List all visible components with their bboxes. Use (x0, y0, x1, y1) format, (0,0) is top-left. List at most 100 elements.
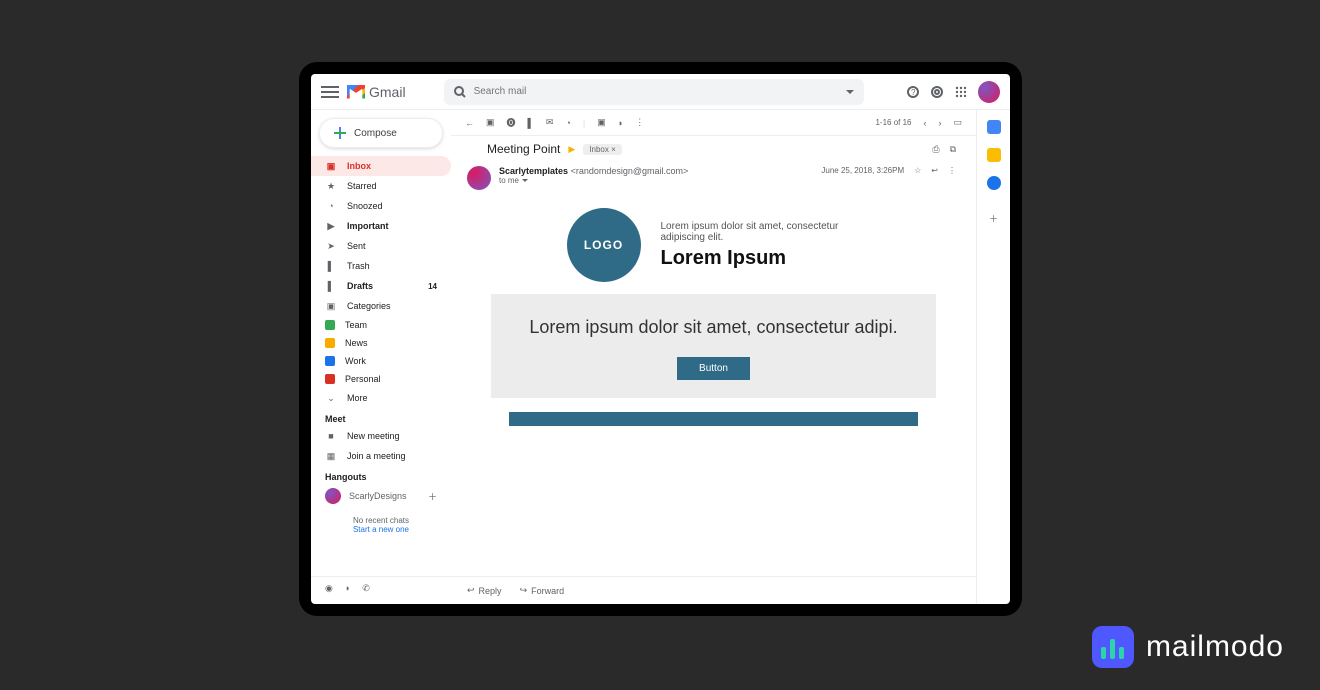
meet-join[interactable]: ▦Join a meeting (311, 446, 451, 466)
subject-text: Meeting Point (487, 142, 560, 156)
join-icon: ▦ (325, 450, 337, 462)
tablet-frame: Gmail ? Compose ▣Inbox ★Starred ◔Snoozed… (299, 62, 1022, 616)
add-rail-icon[interactable]: ＋ (989, 212, 998, 225)
label-icon (325, 374, 335, 384)
compose-label: Compose (354, 128, 397, 139)
nav-news[interactable]: News (311, 334, 451, 352)
inbox-icon: ▣ (325, 160, 337, 172)
cta-block: Lorem ipsum dolor sit amet, consectetur … (491, 294, 936, 398)
subject-row: Meeting Point ▶ Inbox × ⎙ ⧉ (451, 136, 976, 162)
popout-icon[interactable]: ⧉ (950, 144, 956, 155)
nav-important[interactable]: ▶Important (311, 216, 451, 236)
divider-bar (509, 412, 918, 426)
spam-icon[interactable]: ⓿ (507, 116, 516, 129)
nav-categories[interactable]: ▣Categories (311, 296, 451, 316)
keep-icon[interactable] (987, 148, 1001, 162)
label-chip[interactable]: Inbox × (583, 144, 621, 155)
search-icon (454, 86, 466, 98)
nav-team[interactable]: Team (311, 316, 451, 334)
video-icon: ■ (325, 430, 337, 442)
more-icon[interactable]: ⋮ (948, 166, 956, 175)
star-icon: ★ (325, 180, 337, 192)
nav-inbox[interactable]: ▣Inbox (311, 156, 451, 176)
nav-more[interactable]: ⌄More (311, 388, 451, 408)
clock-icon: ◔ (325, 200, 337, 212)
hangouts-heading: Hangouts (311, 466, 451, 484)
categories-icon: ▣ (325, 300, 337, 312)
meet-new[interactable]: ■New meeting (311, 426, 451, 446)
important-marker-icon[interactable]: ▶ (568, 144, 575, 155)
label-icon (325, 320, 335, 330)
message-date: June 25, 2018, 3:26PM (821, 166, 904, 175)
nav-trash[interactable]: ▌Trash (311, 256, 451, 276)
new-hangout-icon[interactable]: ＋ (428, 490, 437, 503)
block-text: Lorem ipsum dolor sit amet, consectetur … (511, 316, 916, 339)
next-icon[interactable]: › (938, 118, 941, 128)
prev-icon[interactable]: ‹ (923, 118, 926, 128)
label-icon (325, 338, 335, 348)
star-icon[interactable]: ☆ (914, 166, 921, 175)
hangouts-user[interactable]: ScarlyDesigns ＋ (311, 484, 451, 508)
unread-icon[interactable]: ✉ (546, 117, 554, 128)
labels-icon[interactable]: ◗ (618, 118, 623, 128)
hangouts-tabs: ◉ ◗ ✆ (311, 576, 451, 600)
move-icon[interactable]: ▣ (597, 117, 606, 128)
nav-sent[interactable]: ➤Sent (311, 236, 451, 256)
phone-icon[interactable]: ✆ (362, 583, 370, 594)
user-avatar (325, 488, 341, 504)
mailmodo-text: mailmodo (1146, 630, 1284, 664)
email-body: LOGO Lorem ipsum dolor sit amet, consect… (451, 194, 976, 576)
search-bar[interactable] (444, 79, 864, 105)
reply-button[interactable]: ↩ Reply (467, 585, 502, 596)
sender-row: Scarlytemplates <randomdesign@gmail.com>… (451, 162, 976, 194)
tasks-icon[interactable] (987, 176, 1001, 190)
menu-icon[interactable] (321, 86, 339, 98)
hangouts-empty: No recent chats Start a new one (311, 516, 451, 534)
snooze-icon[interactable]: ◔ (565, 118, 570, 128)
chevron-down-icon (522, 179, 528, 182)
settings-icon[interactable] (930, 85, 944, 99)
reply-actions: ↩ Reply ↪ Forward (451, 576, 976, 604)
gmail-logo[interactable]: Gmail (347, 84, 406, 100)
search-input[interactable] (474, 86, 838, 97)
trash-icon: ▌ (325, 260, 337, 272)
compose-button[interactable]: Compose (319, 118, 443, 148)
svg-text:?: ? (911, 88, 916, 97)
drafts-icon: ▌ (325, 280, 337, 292)
nav-starred[interactable]: ★Starred (311, 176, 451, 196)
calendar-icon[interactable] (987, 120, 1001, 134)
chat-icon[interactable]: ◗ (345, 583, 350, 594)
reply-icon[interactable]: ↩ (931, 166, 938, 175)
message-toolbar: ← ▣ ⓿ ▌ ✉ ◔ | ▣ ◗ ⋮ 1-16 of 16 ‹ › ▭ (451, 110, 976, 136)
nav-snoozed[interactable]: ◔Snoozed (311, 196, 451, 216)
cta-button[interactable]: Button (677, 357, 750, 380)
start-chat-link[interactable]: Start a new one (311, 525, 451, 534)
sidebar: Compose ▣Inbox ★Starred ◔Snoozed ▶Import… (311, 110, 451, 604)
plus-icon (332, 125, 348, 141)
input-icon[interactable]: ▭ (953, 117, 962, 128)
more-icon[interactable]: ⋮ (635, 117, 644, 128)
delete-icon[interactable]: ▌ (528, 118, 534, 128)
nav-work[interactable]: Work (311, 352, 451, 370)
print-icon[interactable]: ⎙ (932, 144, 939, 155)
apps-icon[interactable] (954, 85, 968, 99)
back-icon[interactable]: ← (465, 118, 474, 128)
archive-icon[interactable]: ▣ (486, 117, 495, 128)
recipient-toggle[interactable]: to me (499, 176, 813, 185)
nav-drafts[interactable]: ▌Drafts14 (311, 276, 451, 296)
help-icon[interactable]: ? (906, 85, 920, 99)
nav-personal[interactable]: Personal (311, 370, 451, 388)
logo-circle: LOGO (567, 208, 641, 282)
search-options-icon[interactable] (846, 90, 854, 94)
pagination-text: 1-16 of 16 (875, 118, 911, 127)
important-icon: ▶ (325, 220, 337, 232)
top-bar: Gmail ? (311, 74, 1010, 110)
message-pane: ← ▣ ⓿ ▌ ✉ ◔ | ▣ ◗ ⋮ 1-16 of 16 ‹ › ▭ Mee… (451, 110, 976, 604)
account-avatar[interactable] (978, 81, 1000, 103)
hero-title: Lorem Ipsum (661, 247, 861, 270)
nav-list: ▣Inbox ★Starred ◔Snoozed ▶Important ➤Sen… (311, 156, 451, 408)
forward-button[interactable]: ↪ Forward (520, 585, 565, 596)
person-icon[interactable]: ◉ (325, 583, 333, 594)
mailmodo-icon (1092, 626, 1134, 668)
app-name: Gmail (369, 84, 406, 100)
